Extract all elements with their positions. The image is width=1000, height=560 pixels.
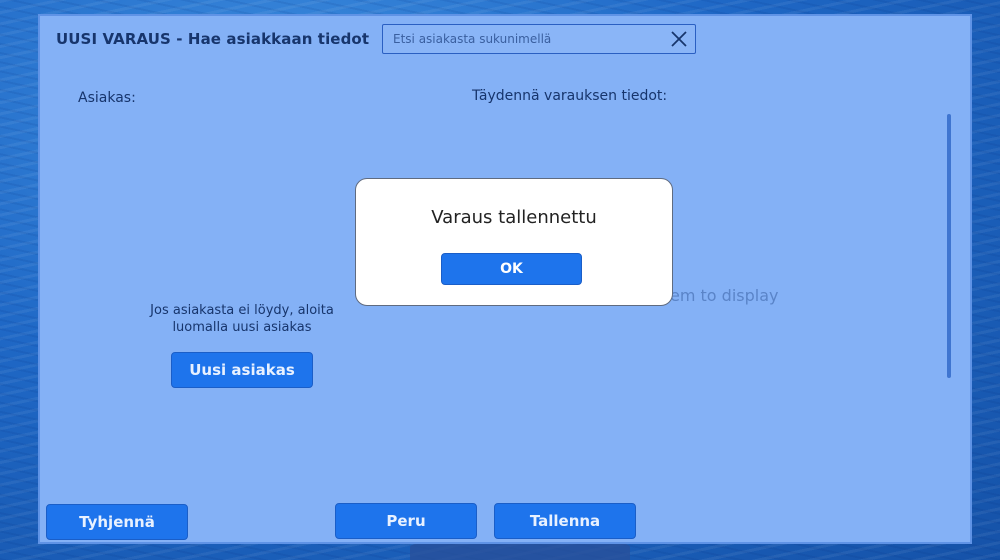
empty-list-message: em to display <box>670 286 779 305</box>
page-title: UUSI VARAUS - Hae asiakkaan tiedot <box>56 30 370 48</box>
close-icon[interactable] <box>669 29 689 49</box>
details-label: Täydennä varauksen tiedot: <box>472 88 668 104</box>
ok-button[interactable]: OK <box>441 253 582 285</box>
details-scrollbar[interactable] <box>947 114 951 378</box>
clear-button[interactable]: Tyhjennä <box>46 504 188 540</box>
saved-dialog: Varaus tallennettu OK <box>355 178 673 306</box>
save-button[interactable]: Tallenna <box>494 503 636 539</box>
cancel-button[interactable]: Peru <box>335 503 477 539</box>
new-customer-hint: Jos asiakasta ei löydy, aloita luomalla … <box>150 303 334 335</box>
new-customer-button[interactable]: Uusi asiakas <box>171 352 313 388</box>
customer-search <box>382 24 696 54</box>
customer-label: Asiakas: <box>78 90 136 106</box>
search-input[interactable] <box>383 25 663 53</box>
dialog-message: Varaus tallennettu <box>431 207 597 228</box>
